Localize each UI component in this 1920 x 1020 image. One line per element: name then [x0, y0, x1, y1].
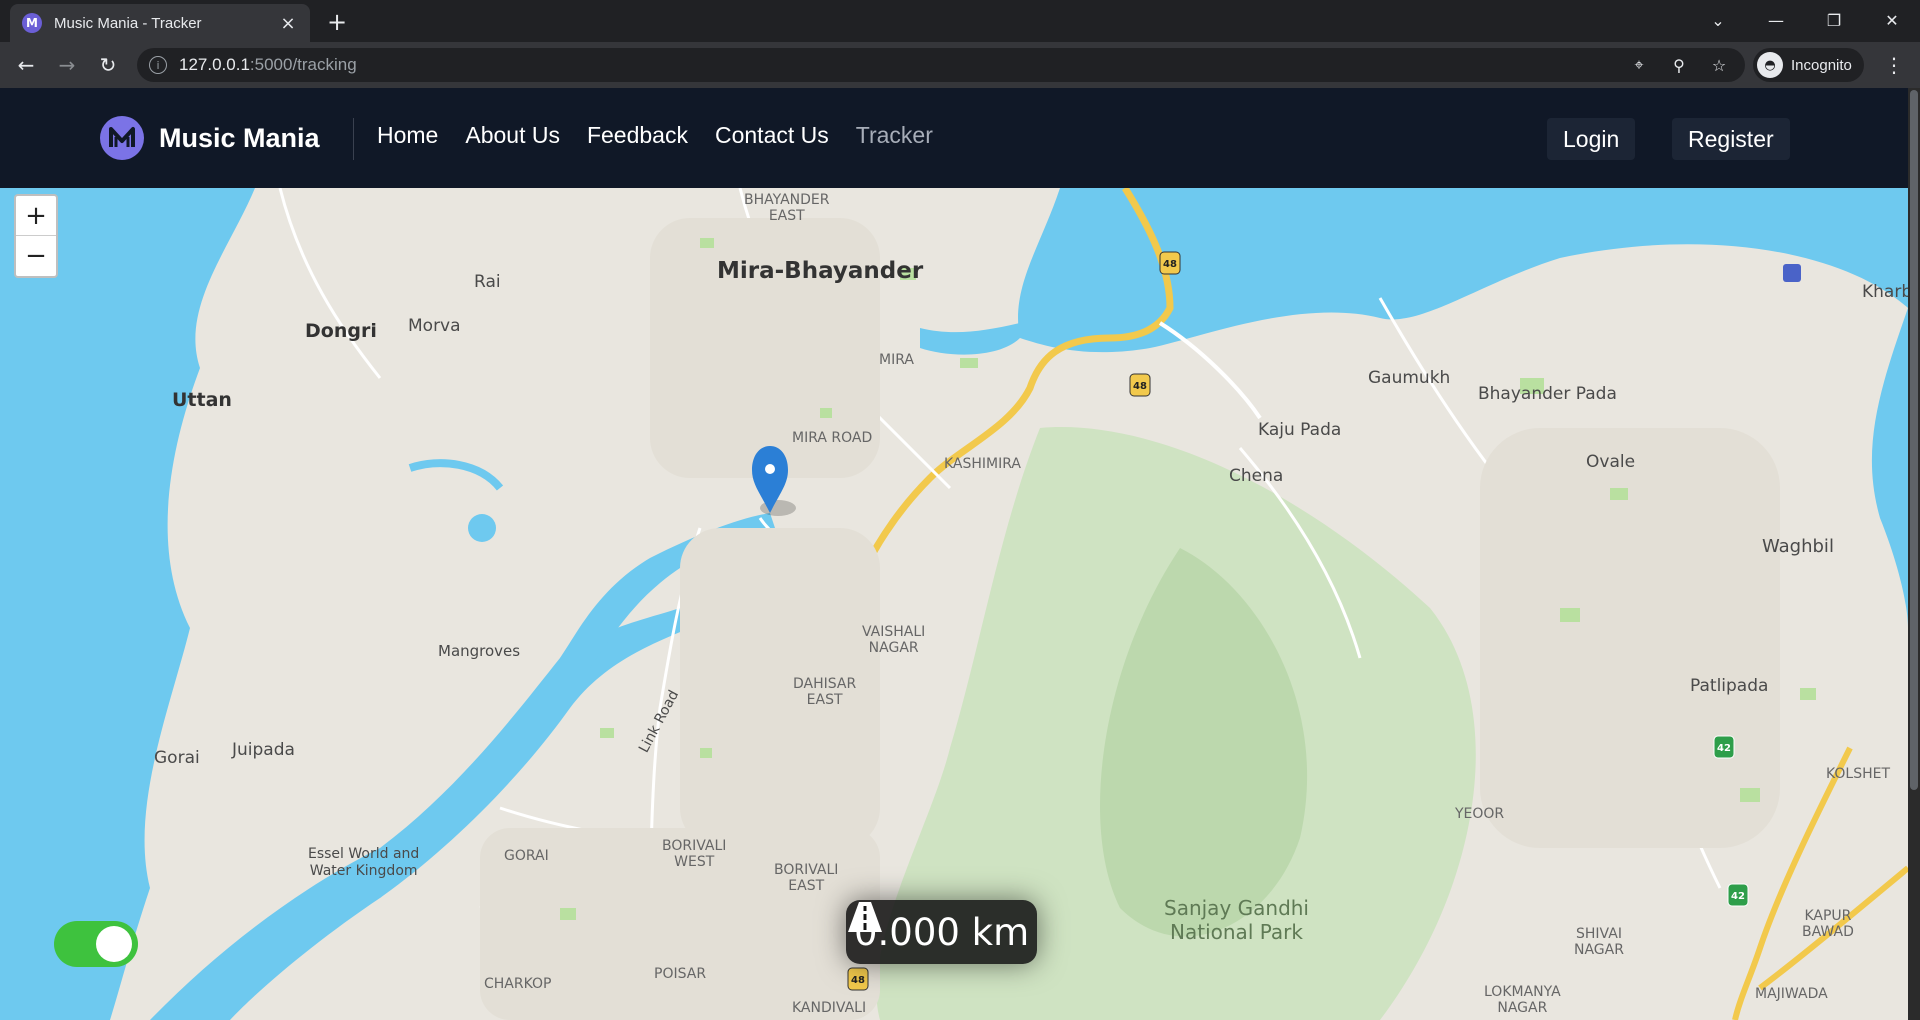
map-label-lokmanya-nagar: LOKMANYA NAGAR	[1484, 984, 1561, 1016]
map-label-uttan: Uttan	[172, 389, 232, 411]
address-bar[interactable]: i 127.0.0.1:5000/tracking ⌖ ⚲ ☆	[137, 48, 1745, 82]
map-label-chena: Chena	[1229, 466, 1284, 486]
nav-link-tracker[interactable]: Tracker	[856, 122, 933, 149]
browser-tabstrip: M Music Mania - Tracker × + ⌄ — ❐ ✕	[0, 0, 1920, 42]
brand[interactable]: Music Mania	[100, 116, 320, 160]
tab-close-icon[interactable]: ×	[278, 13, 298, 34]
map-label-mangroves: Mangroves	[438, 642, 521, 660]
map-label-kashimira: KASHIMIRA	[944, 456, 1021, 472]
map-label-rai: Rai	[474, 272, 501, 292]
scrollbar-thumb[interactable]	[1910, 90, 1918, 790]
map-label-gaumukh: Gaumukh	[1368, 368, 1451, 388]
map-label-yeoor: YEOOR	[1455, 806, 1505, 822]
nav-links: Home About Us Feedback Contact Us Tracke…	[377, 122, 960, 149]
map-label-charkop: CHARKOP	[484, 976, 552, 992]
map-label-borivali-east: BORIVALI EAST	[774, 862, 839, 894]
map-label-vaishali-nagar: VAISHALI NAGAR	[862, 624, 926, 656]
brand-name: Music Mania	[159, 122, 320, 153]
browser-toolbar: ← → ↻ i 127.0.0.1:5000/tracking ⌖ ⚲ ☆ ◓ …	[0, 42, 1920, 88]
map-label-kandivali: KANDIVALI	[792, 1000, 867, 1016]
new-tab-icon[interactable]: +	[323, 8, 351, 36]
highway-48-shield: 48	[1133, 381, 1147, 392]
map-label-dahisar-east: DAHISAR EAST	[793, 676, 857, 708]
tab-search-chevron-icon[interactable]: ⌄	[1690, 0, 1746, 40]
incognito-label: Incognito	[1791, 56, 1852, 74]
brand-logo-icon	[100, 116, 144, 160]
bookmark-star-icon[interactable]: ☆	[1709, 55, 1729, 75]
map-label-patlipada: Patlipada	[1690, 676, 1769, 696]
brand-divider	[353, 118, 354, 160]
highway-48-shield: 48	[1163, 259, 1177, 270]
map-label-essel-world: Essel World and Water Kingdom	[308, 846, 420, 879]
distance-display: 0.000 km	[846, 900, 1038, 964]
page-scrollbar[interactable]	[1908, 88, 1920, 1020]
map-label-mira: MIRA	[879, 352, 914, 368]
map-label-kharbao: Kharba	[1862, 282, 1908, 302]
map-label-mira-bhayander: Mira-Bhayander	[717, 258, 924, 284]
map-label-sanjay-gandhi: Sanjay Gandhi National Park	[1164, 896, 1309, 944]
map-label-shivai-nagar: SHIVAI NAGAR	[1574, 926, 1624, 958]
road-icon	[848, 902, 882, 932]
nav-link-feedback[interactable]: Feedback	[587, 122, 688, 149]
zoom-icon[interactable]: ⚲	[1669, 55, 1689, 75]
incognito-icon: ◓	[1757, 52, 1783, 78]
map-label-dongri: Dongri	[305, 320, 377, 342]
url-host: 127.0.0.1	[179, 55, 250, 74]
map-label-ovale: Ovale	[1586, 452, 1636, 472]
map-label-gorai-caps: GORAI	[504, 848, 549, 864]
tab-title: Music Mania - Tracker	[54, 14, 202, 32]
browser-menu-icon[interactable]: ⋮	[1880, 49, 1908, 81]
map-label-majiwada: MAJIWADA	[1755, 986, 1828, 1002]
highway-42-shield: 42	[1731, 891, 1745, 902]
map-label-mira-road: MIRA ROAD	[792, 430, 873, 446]
minimize-icon[interactable]: —	[1748, 0, 1804, 40]
zoom-out-button[interactable]: −	[16, 236, 56, 276]
map-label-kapur-bawadi: KAPUR BAWAD	[1802, 908, 1854, 940]
nav-link-contact-us[interactable]: Contact Us	[715, 122, 829, 149]
map-tiles: 48 48 48 42 42	[0, 188, 1908, 1020]
restore-icon[interactable]: ❐	[1806, 0, 1862, 40]
map-label-bhayander-pada: Bhayander Pada	[1478, 384, 1617, 404]
map-label-gorai: Gorai	[154, 748, 200, 768]
incognito-indicator[interactable]: ◓ Incognito	[1753, 48, 1864, 82]
map-label-waghbil: Waghbil	[1762, 536, 1834, 557]
map-label-borivali-west: BORIVALI WEST	[662, 838, 727, 870]
toggle-knob	[96, 926, 132, 962]
zoom-control: + −	[14, 194, 58, 278]
forward-arrow-icon[interactable]: →	[51, 49, 83, 81]
site-info-icon[interactable]: i	[149, 56, 167, 74]
map-label-kolshet: KOLSHET	[1826, 766, 1891, 782]
tracking-toggle[interactable]	[54, 921, 138, 967]
map-label-poisar: POISAR	[654, 966, 707, 982]
map-label-morva: Morva	[408, 316, 461, 336]
window-close-icon[interactable]: ✕	[1864, 0, 1920, 40]
url-path: :5000/tracking	[249, 55, 357, 74]
register-button[interactable]: Register	[1672, 118, 1790, 160]
map-label-bhayander-east: BHAYANDER EAST	[744, 192, 830, 224]
reload-icon[interactable]: ↻	[92, 49, 124, 81]
browser-tab[interactable]: M Music Mania - Tracker ×	[10, 4, 310, 42]
tab-favicon-icon: M	[22, 13, 42, 33]
map-label-kaju-pada: Kaju Pada	[1258, 420, 1342, 440]
tracking-map[interactable]: 48 48 48 42 42 BHAYANDER EAST Mira-Bhaya…	[0, 188, 1908, 1020]
login-button[interactable]: Login	[1547, 118, 1636, 160]
map-label-juipada: Juipada	[232, 740, 295, 760]
highway-42-shield: 42	[1717, 743, 1731, 754]
nav-link-about-us[interactable]: About Us	[465, 122, 560, 149]
location-pin-icon[interactable]: ⌖	[1629, 55, 1649, 75]
back-arrow-icon[interactable]: ←	[10, 49, 42, 81]
highway-48-shield: 48	[851, 975, 865, 986]
site-navbar: Music Mania Home About Us Feedback Conta…	[0, 88, 1908, 188]
zoom-in-button[interactable]: +	[16, 196, 56, 236]
nav-link-home[interactable]: Home	[377, 122, 438, 149]
